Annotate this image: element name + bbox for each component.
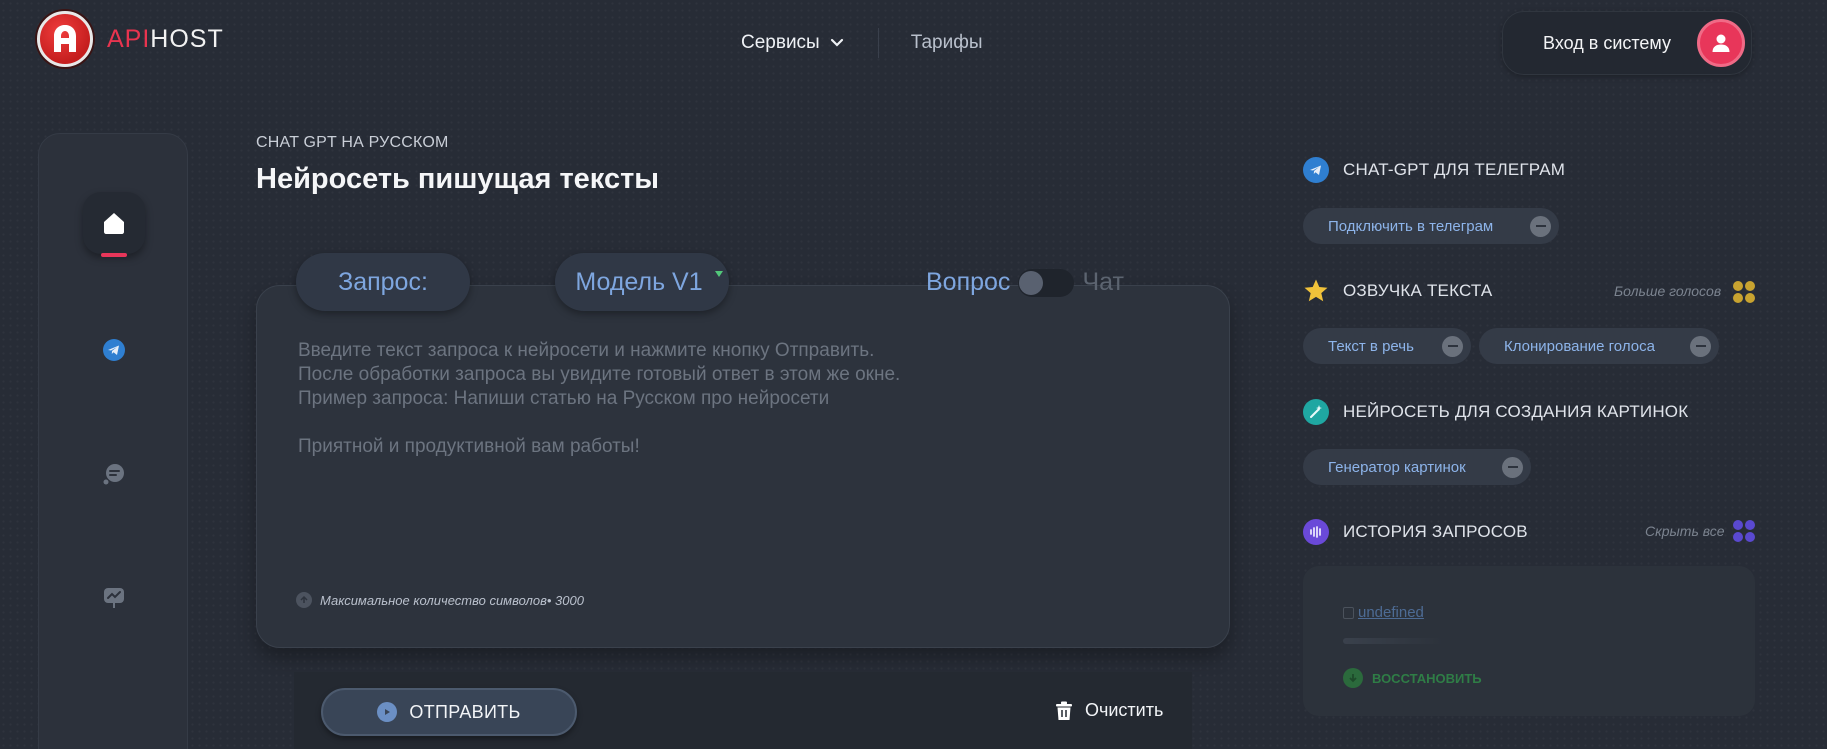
brand-name: APIHOST: [107, 24, 224, 53]
magic-wand-icon: [1303, 399, 1329, 425]
char-limit-value: • 3000: [546, 592, 584, 608]
grid-icon[interactable]: [1733, 520, 1755, 542]
char-limit: Максимальное количество символов • 3000: [296, 592, 584, 608]
trash-icon: [1055, 701, 1073, 721]
connect-telegram-chip[interactable]: Подключить в телеграм: [1303, 208, 1559, 244]
sidebar-item-chat[interactable]: [100, 460, 128, 488]
page-subtitle: CHAT GPT НА РУССКОМ: [256, 134, 449, 151]
request-label-pill: Запрос:: [296, 253, 470, 311]
restore-button[interactable]: ВОССТАНОВИТЬ: [1343, 668, 1482, 688]
active-indicator: [101, 253, 127, 257]
mode-question-label[interactable]: Вопрос: [926, 268, 1010, 297]
history-item-faded: [1343, 638, 1443, 644]
minus-icon[interactable]: [1502, 456, 1523, 478]
sound-bars-icon: [1303, 519, 1329, 545]
text-to-speech-chip[interactable]: Текст в речь: [1303, 328, 1471, 364]
left-sidebar: [38, 133, 188, 749]
logo-badge-icon: [37, 11, 93, 67]
clear-button[interactable]: Очистить: [1055, 700, 1163, 721]
presentation-icon: [104, 588, 124, 608]
model-select[interactable]: Модель V1: [555, 253, 729, 311]
send-button-label: ОТПРАВИТЬ: [409, 701, 521, 722]
star-icon: [1303, 278, 1329, 304]
grid-icon[interactable]: [1733, 281, 1755, 303]
brand-logo[interactable]: APIHOST: [37, 11, 224, 67]
mode-switch: Вопрос Чат: [926, 268, 1124, 297]
dropdown-caret-icon: [715, 271, 723, 277]
clear-button-label: Очистить: [1085, 700, 1164, 720]
voice-section-title: ОЗВУЧКА ТЕКСТА: [1303, 278, 1492, 304]
telegram-icon: [103, 339, 125, 361]
chat-bubbles-icon: [103, 464, 124, 485]
mode-toggle[interactable]: [1018, 268, 1075, 297]
mode-chat-label[interactable]: Чат: [1082, 268, 1123, 297]
more-voices-link[interactable]: Больше голосов: [1614, 283, 1721, 299]
nav-pricing[interactable]: Тарифы: [911, 32, 983, 54]
telegram-icon: [1303, 157, 1329, 183]
history-item[interactable]: undefined: [1343, 604, 1424, 621]
model-select-label: Модель V1: [575, 267, 703, 296]
chevron-down-icon: [830, 32, 844, 54]
main-nav: Сервисы Тарифы: [741, 28, 983, 58]
play-icon: [377, 702, 398, 722]
sidebar-item-telegram[interactable]: [100, 336, 128, 364]
images-section-title: НЕЙРОСЕТЬ ДЛЯ СОЗДАНИЯ КАРТИНОК: [1303, 399, 1688, 425]
copy-icon: [1343, 606, 1354, 619]
prompt-textarea[interactable]: Введите текст запроса к нейросети и нажм…: [298, 339, 900, 459]
user-icon: [1697, 19, 1745, 67]
download-icon: [1343, 668, 1363, 688]
char-limit-label: Максимальное количество символов: [320, 592, 547, 608]
toggle-knob: [1019, 270, 1044, 295]
nav-services[interactable]: Сервисы: [741, 32, 844, 54]
voice-clone-chip[interactable]: Клонирование голоса: [1479, 328, 1719, 364]
telegram-section-title: CHAT-GPT ДЛЯ ТЕЛЕГРАМ: [1303, 157, 1565, 183]
page-title: Нейросеть пишущая тексты: [256, 163, 660, 195]
nav-services-label: Сервисы: [741, 32, 820, 53]
home-icon: [104, 213, 124, 234]
history-section-title: ИСТОРИЯ ЗАПРОСОВ: [1303, 519, 1528, 545]
send-button[interactable]: ОТПРАВИТЬ: [321, 688, 577, 736]
image-generator-chip[interactable]: Генератор картинок: [1303, 449, 1531, 485]
minus-icon[interactable]: [1442, 335, 1463, 357]
nav-divider: [877, 28, 879, 58]
sidebar-item-presentation[interactable]: [100, 584, 128, 612]
login-label: Вход в систему: [1543, 32, 1671, 53]
minus-icon[interactable]: [1530, 215, 1551, 237]
arrow-up-icon: [296, 592, 312, 608]
hide-all-link[interactable]: Скрыть все: [1645, 523, 1725, 539]
login-button[interactable]: Вход в систему: [1502, 11, 1752, 75]
minus-icon[interactable]: [1690, 335, 1711, 357]
sidebar-item-home[interactable]: [83, 192, 145, 254]
